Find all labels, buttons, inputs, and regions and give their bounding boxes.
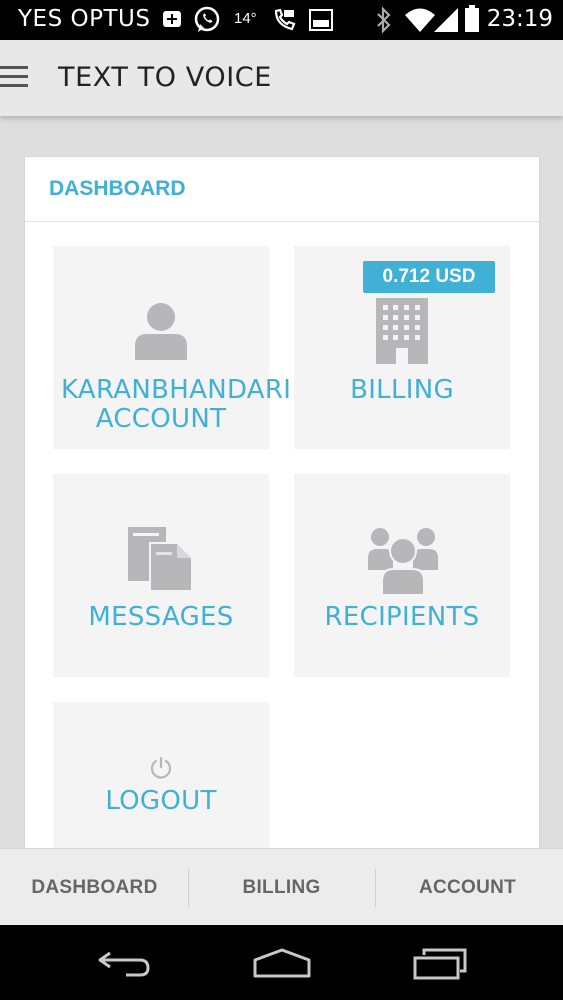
recent-apps-icon[interactable] xyxy=(412,947,468,981)
messages-label: MESSAGES xyxy=(88,602,234,632)
app-bar: TEXT TO VOICE xyxy=(0,40,563,116)
home-icon[interactable] xyxy=(252,947,312,979)
building-icon xyxy=(376,298,428,364)
signal-icon xyxy=(434,8,458,32)
billing-label: BILLING xyxy=(350,375,454,405)
account-username: KARANBHANDARI xyxy=(61,375,292,405)
account-tile[interactable]: KARANBHANDARI ACCOUNT xyxy=(53,246,291,449)
card-header: DASHBOARD xyxy=(25,157,539,222)
recipients-tile[interactable]: RECIPIENTS xyxy=(294,474,510,677)
billing-tile[interactable]: 0.712 USD BILLING xyxy=(294,246,510,449)
messages-tile[interactable]: MESSAGES xyxy=(53,474,269,677)
logout-label: LOGOUT xyxy=(105,786,217,816)
app-title: TEXT TO VOICE xyxy=(58,62,272,93)
dashboard-title: DASHBOARD xyxy=(49,177,186,200)
temperature-label: 14° xyxy=(234,10,257,27)
battery-icon xyxy=(465,5,479,32)
status-bar: YES OPTUS 14° 23:19 xyxy=(0,0,563,40)
nav-billing[interactable]: BILLING xyxy=(188,849,375,926)
documents-icon xyxy=(128,527,193,592)
nav-account[interactable]: ACCOUNT xyxy=(374,849,561,926)
clock: 23:19 xyxy=(486,6,553,32)
system-nav-bar xyxy=(0,925,563,1000)
carrier-name: YES OPTUS xyxy=(18,6,151,32)
recipients-label: RECIPIENTS xyxy=(324,602,480,632)
nav-dashboard[interactable]: DASHBOARD xyxy=(1,849,188,926)
hamburger-menu-icon[interactable] xyxy=(0,66,28,90)
account-label: ACCOUNT xyxy=(95,404,227,434)
whatsapp-icon xyxy=(194,6,220,32)
bluetooth-icon xyxy=(377,6,391,34)
user-icon xyxy=(135,303,187,360)
dashboard-card: DASHBOARD KARANBHANDARI ACCOUNT 0.712 US… xyxy=(24,156,540,850)
group-icon xyxy=(368,528,438,594)
bottom-nav: DASHBOARD BILLING ACCOUNT xyxy=(0,848,563,926)
back-icon[interactable] xyxy=(96,947,152,979)
balance-badge: 0.712 USD xyxy=(363,261,495,293)
power-icon xyxy=(150,756,172,779)
voip-icon xyxy=(274,8,296,31)
logout-tile[interactable]: LOGOUT xyxy=(53,702,269,849)
image-icon xyxy=(309,9,333,31)
plus-icon xyxy=(163,11,181,27)
